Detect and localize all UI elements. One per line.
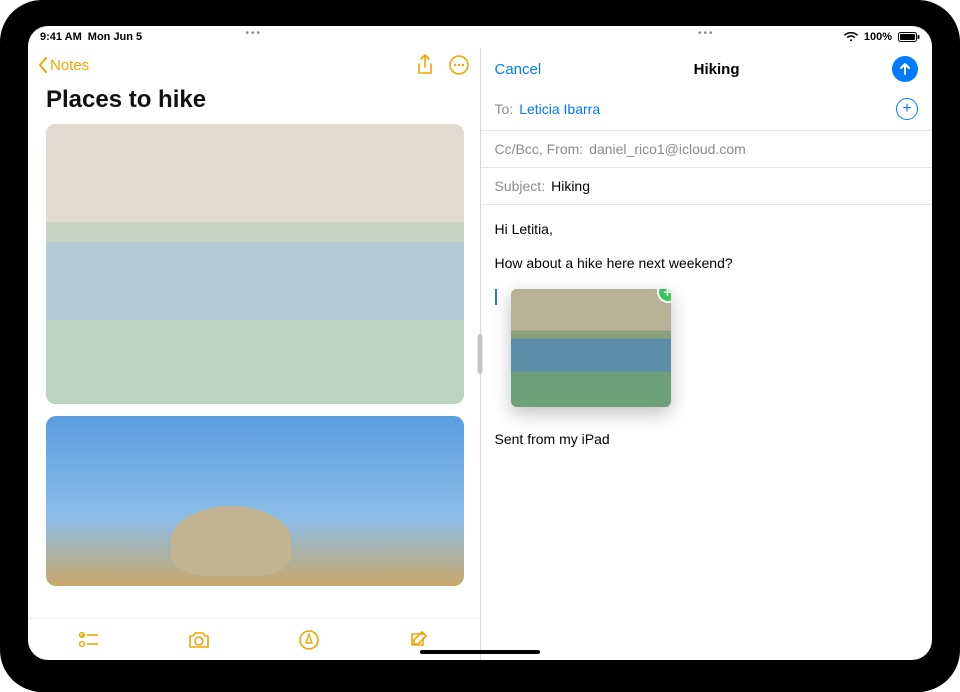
mail-compose-title: Hiking (694, 61, 740, 78)
subject-value: Hiking (551, 178, 590, 194)
text-cursor (495, 289, 497, 305)
note-body[interactable] (28, 124, 480, 618)
share-icon[interactable] (416, 54, 434, 76)
mail-body-greeting: Hi Letitia, (495, 221, 919, 237)
mail-body-line: How about a hike here next weekend? (495, 255, 919, 271)
cancel-button[interactable]: Cancel (495, 61, 542, 78)
checklist-icon[interactable] (78, 631, 100, 649)
markup-icon[interactable] (298, 629, 320, 651)
back-button[interactable]: Notes (38, 57, 89, 74)
notes-toolbar (28, 618, 480, 660)
status-date: Mon Jun 5 (88, 31, 142, 43)
from-value: daniel_rico1@icloud.com (589, 141, 746, 157)
split-view-divider[interactable] (478, 334, 483, 374)
ccbcc-from-field[interactable]: Cc/Bcc, From: daniel_rico1@icloud.com (481, 131, 933, 168)
note-image-2[interactable] (46, 416, 464, 586)
mail-body[interactable]: Hi Letitia, How about a hike here next w… (481, 205, 933, 660)
back-label: Notes (50, 57, 89, 74)
add-contact-button[interactable]: + (896, 98, 918, 120)
compose-icon[interactable] (408, 629, 430, 651)
screen: 9:41 AM Mon Jun 5 100% ••• (28, 26, 932, 660)
subject-label: Subject: (495, 178, 546, 194)
wifi-icon (844, 32, 858, 42)
status-time: 9:41 AM (40, 31, 82, 43)
note-image-1[interactable] (46, 124, 464, 404)
mail-compose-pane: ••• Cancel Hiking To: Leticia Ibarra + (481, 48, 933, 660)
subject-field[interactable]: Subject: Hiking (481, 168, 933, 205)
battery-icon (898, 32, 920, 42)
more-icon[interactable] (448, 54, 470, 76)
multitask-dots-icon[interactable]: ••• (245, 28, 262, 39)
ipad-device-frame: 9:41 AM Mon Jun 5 100% ••• (0, 0, 960, 692)
to-field[interactable]: To: Leticia Ibarra + (481, 88, 933, 131)
send-button[interactable] (892, 56, 918, 82)
ccbcc-label: Cc/Bcc, From: (495, 141, 584, 157)
camera-icon[interactable] (187, 631, 211, 649)
mail-signature: Sent from my iPad (495, 431, 919, 447)
dragged-image-attachment[interactable]: + (511, 289, 671, 407)
chevron-left-icon (38, 57, 48, 73)
note-title[interactable]: Places to hike (28, 80, 480, 124)
multitask-dots-icon[interactable]: ••• (698, 28, 715, 39)
to-recipient[interactable]: Leticia Ibarra (519, 101, 600, 117)
battery-percent: 100% (864, 31, 892, 43)
notes-app-pane: ••• Notes (28, 48, 481, 660)
home-indicator[interactable] (420, 650, 540, 654)
status-bar: 9:41 AM Mon Jun 5 100% (28, 26, 932, 48)
to-label: To: (495, 101, 514, 117)
